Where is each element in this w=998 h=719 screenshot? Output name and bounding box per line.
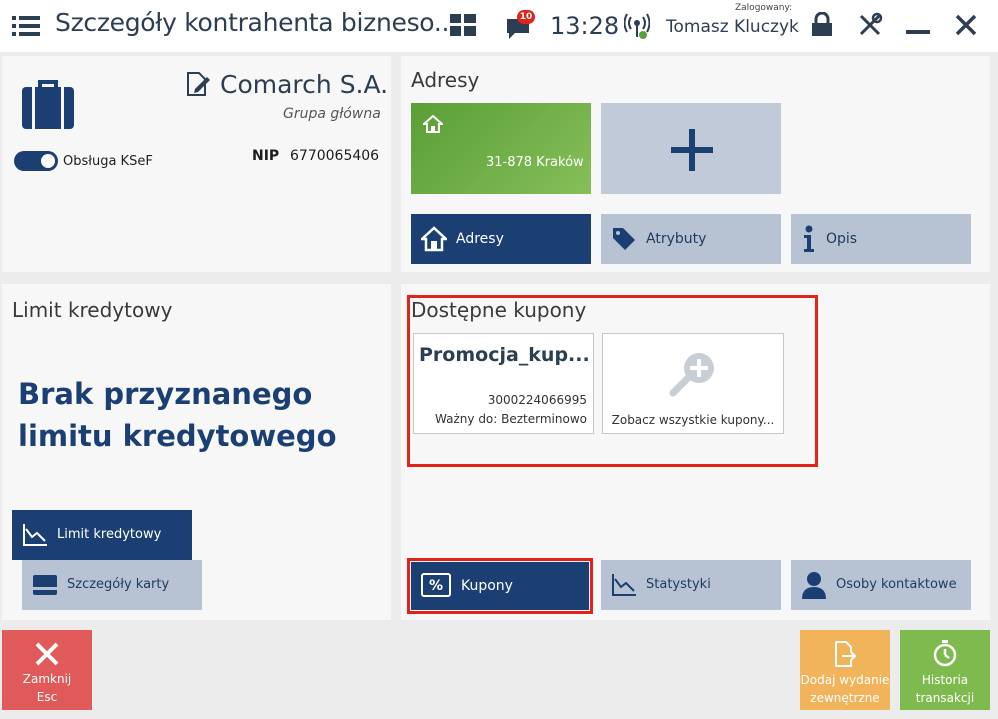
edit-document-icon[interactable] — [185, 71, 211, 97]
close-label-line2: Esc — [36, 690, 58, 704]
card-details-label: Szczegóły karty — [67, 577, 170, 592]
tab-addresses[interactable]: Adresy — [411, 214, 591, 264]
address-text: 31-878 Kraków — [486, 155, 584, 170]
close-icon[interactable] — [955, 14, 977, 36]
house-icon — [423, 115, 443, 133]
transaction-history-button[interactable]: Historia transakcji — [900, 630, 990, 710]
tab-contacts-label: Osoby kontaktowe — [836, 577, 957, 592]
tab-description-label: Opis — [826, 231, 858, 247]
percent-icon: % — [421, 573, 451, 597]
address-tile[interactable]: 31-878 Kraków — [411, 103, 591, 194]
svg-text:%: % — [429, 578, 443, 594]
chart-icon — [612, 574, 636, 596]
tab-attributes[interactable]: Atrybuty — [601, 214, 781, 264]
add-address-tile[interactable] — [601, 103, 781, 194]
menu-icon[interactable] — [12, 14, 42, 38]
logged-in-label: Zalogowany: — [735, 3, 793, 13]
info-icon — [804, 225, 814, 252]
coupon-name: Promocja_kup... — [419, 344, 590, 366]
close-x-icon — [35, 642, 59, 666]
search-plus-icon — [669, 353, 714, 397]
close-button[interactable]: Zamknij Esc — [2, 630, 92, 710]
customer-group: Grupa główna — [283, 106, 381, 122]
plus-icon — [671, 129, 713, 171]
add-external-issue-button[interactable]: Dodaj wydanie zewnętrzne — [800, 630, 890, 710]
house-icon — [421, 226, 447, 252]
customer-name: Comarch S.A. — [220, 70, 389, 99]
tab-statistics-label: Statystyki — [646, 577, 711, 592]
tab-addresses-label: Adresy — [456, 231, 504, 247]
nip-label: NIP — [252, 148, 280, 164]
tab-attributes-label: Atrybuty — [646, 231, 707, 247]
minimize-icon[interactable] — [906, 30, 930, 36]
user-name[interactable]: Tomasz Kluczyk — [666, 17, 799, 37]
document-export-icon — [835, 641, 857, 667]
addresses-title: Adresy — [411, 68, 480, 92]
tag-icon — [613, 228, 635, 250]
credit-message: Brak przyznanego limitu kredytowego — [18, 377, 337, 453]
connection-status-icon[interactable] — [624, 12, 650, 40]
tab-statistics[interactable]: Statystyki — [601, 560, 781, 610]
card-icon — [33, 575, 57, 595]
header-bar: Szczegóły kontrahenta bizneso... 10 13:2… — [0, 0, 998, 52]
stopwatch-icon — [933, 640, 957, 667]
history-label-line2: transakcji — [915, 691, 975, 705]
tools-icon[interactable] — [857, 12, 883, 38]
chart-down-icon — [23, 524, 47, 546]
ksef-label: Obsługa KSeF — [63, 154, 153, 169]
toggle-knob — [41, 154, 55, 168]
card-details-button[interactable]: Szczegóły karty — [22, 560, 202, 610]
add-external-label-line2: zewnętrzne — [810, 691, 880, 705]
tab-coupons-label: Kupony — [461, 578, 513, 594]
tab-description[interactable]: Opis — [791, 214, 971, 264]
close-label-line1: Zamknij — [22, 672, 72, 686]
page-title: Szczegóły kontrahenta bizneso... — [55, 8, 457, 37]
ksef-toggle[interactable] — [14, 151, 58, 171]
lock-icon[interactable] — [810, 12, 834, 38]
credit-limit-label: Limit kredytowy — [57, 527, 162, 542]
history-label-line1: Historia — [921, 673, 969, 687]
see-all-coupons-label: Zobacz wszystkie kupony... — [611, 413, 775, 427]
coupon-validity: Ważny do: Bezterminowo — [435, 412, 587, 426]
credit-title: Limit kredytowy — [12, 298, 173, 322]
person-icon — [802, 572, 826, 599]
add-external-label-line1: Dodaj wydanie — [800, 673, 890, 687]
coupon-code: 3000224066995 — [487, 393, 587, 407]
nip-value: 6770065406 — [290, 148, 380, 164]
see-all-coupons-tile[interactable]: Zobacz wszystkie kupony... — [602, 333, 784, 434]
tab-contacts[interactable]: Osoby kontaktowe — [791, 560, 971, 610]
credit-limit-button[interactable]: Limit kredytowy — [12, 510, 192, 560]
clock: 13:28 — [550, 12, 620, 40]
notification-badge: 10 — [517, 10, 535, 24]
coupon-card[interactable]: Promocja_kup... 3000224066995 Ważny do: … — [413, 333, 594, 434]
dashboard-grid-icon[interactable] — [450, 14, 476, 36]
tab-coupons[interactable]: % Kupony — [411, 562, 589, 610]
briefcase-icon — [22, 80, 74, 129]
coupons-title: Dostępne kupony — [411, 298, 587, 322]
